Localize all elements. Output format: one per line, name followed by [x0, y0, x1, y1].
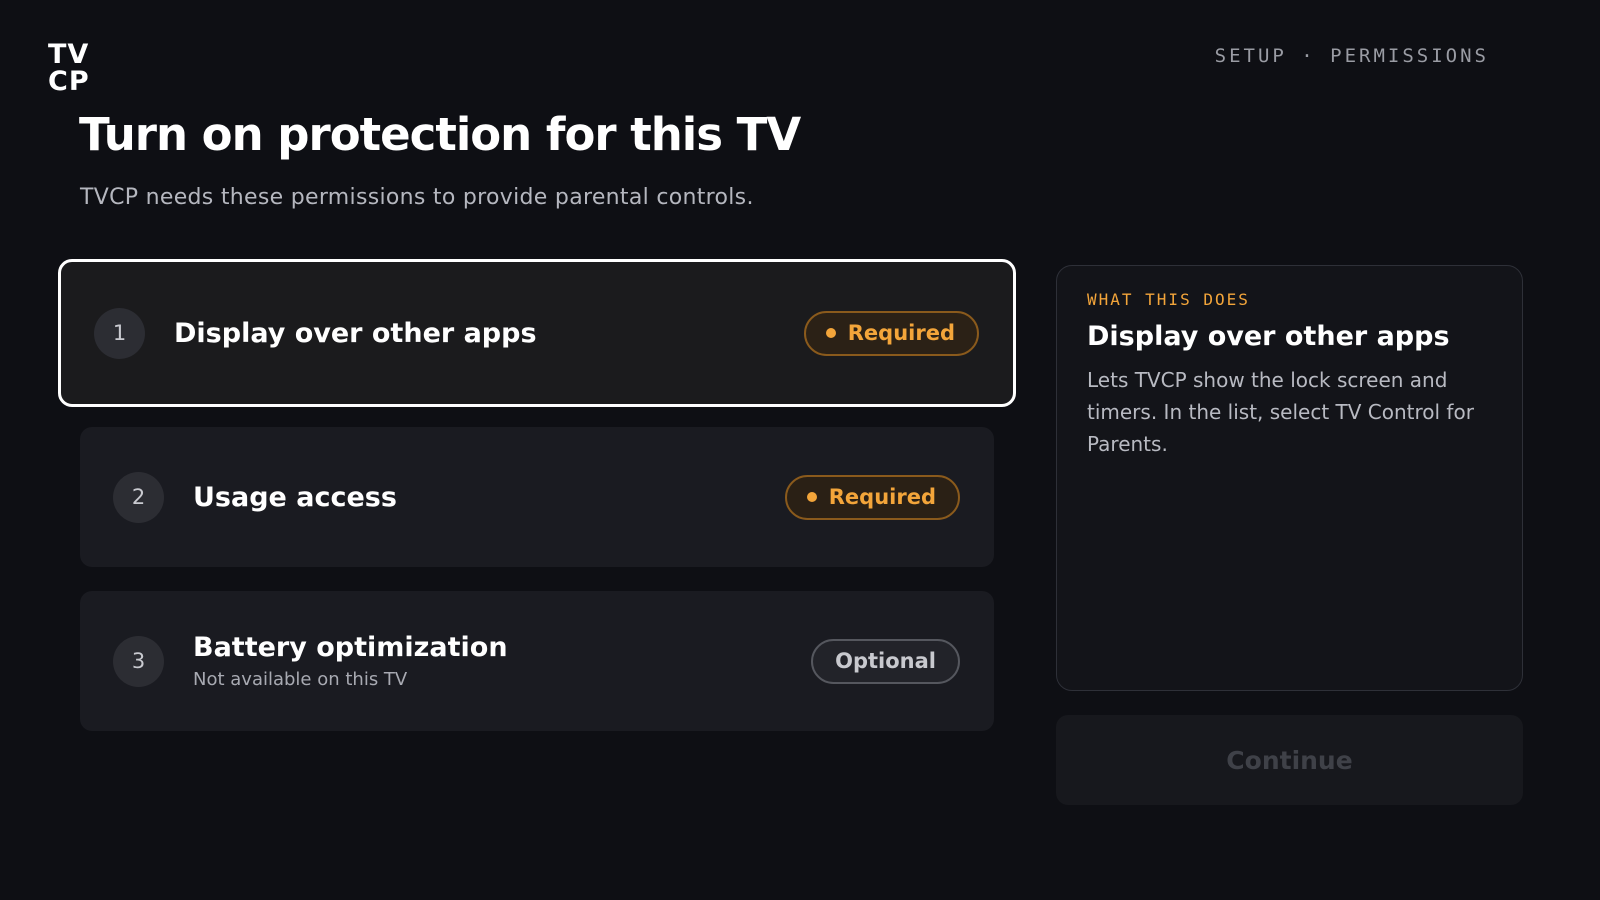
step-number: 3	[113, 635, 164, 687]
status-dot-icon	[806, 492, 817, 502]
step-number: 1	[94, 307, 145, 359]
permission-text: Battery optimization Not available on th…	[193, 632, 811, 690]
permission-subtitle: Not available on this TV	[193, 669, 408, 690]
permission-text: Usage access	[193, 482, 785, 513]
permission-title: Display over other apps	[174, 317, 537, 349]
badge-label: Optional	[835, 649, 936, 673]
badge-label: Required	[847, 321, 955, 345]
page-title: Turn on protection for this TV	[79, 108, 801, 161]
permission-item-display-over-apps[interactable]: 1 Display over other apps Required	[58, 259, 1016, 407]
continue-button[interactable]: Continue	[1056, 715, 1523, 805]
optional-badge: Optional	[811, 638, 960, 684]
step-indicator: SETUP · PERMISSIONS	[1214, 45, 1489, 67]
badge-label: Required	[828, 485, 936, 509]
status-dot-icon	[825, 328, 836, 338]
logo-line-2: CP	[48, 66, 90, 97]
permissions-screen: TV CP SETUP · PERMISSIONS Turn on protec…	[0, 0, 1600, 900]
tvcp-logo: TV CP	[48, 41, 90, 95]
required-badge: Required	[803, 310, 979, 356]
info-body: Lets TVCP show the lock screen and timer…	[1087, 368, 1474, 456]
permission-title: Usage access	[193, 481, 397, 513]
info-panel: WHAT THIS DOES Display over other apps L…	[1056, 265, 1523, 691]
permission-item-battery-optimization[interactable]: 3 Battery optimization Not available on …	[80, 591, 994, 731]
required-badge: Required	[784, 474, 960, 520]
permission-title: Battery optimization	[193, 632, 508, 663]
page-subtitle: TVCP needs these permissions to provide …	[80, 185, 754, 210]
info-title: Display over other apps	[1087, 321, 1450, 352]
info-kicker: WHAT THIS DOES	[1087, 290, 1250, 309]
permission-text: Display over other apps	[174, 318, 804, 349]
step-number: 2	[113, 471, 164, 523]
logo-line-1: TV	[48, 39, 90, 70]
permission-item-usage-access[interactable]: 2 Usage access Required	[80, 427, 994, 567]
